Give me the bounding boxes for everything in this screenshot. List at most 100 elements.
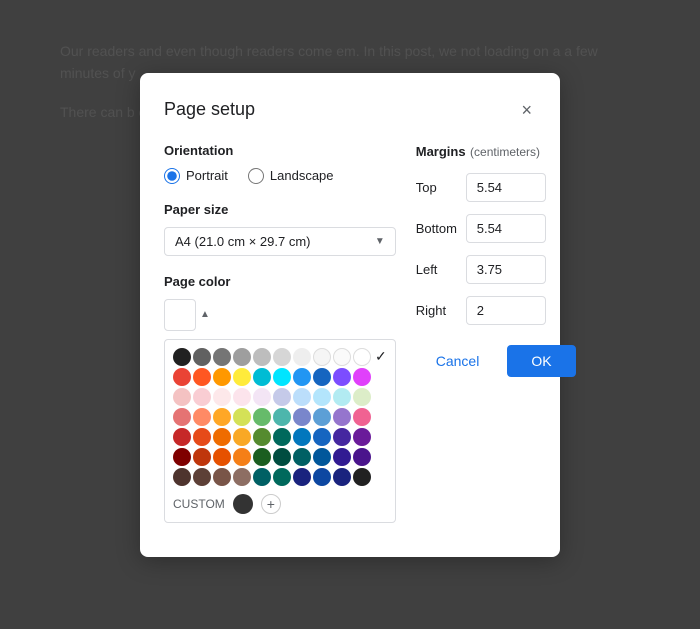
color-dot[interactable] [333,468,351,486]
color-row-3 [173,388,387,406]
cancel-button[interactable]: Cancel [416,345,500,377]
landscape-radio[interactable] [248,168,264,184]
color-dot[interactable] [273,388,291,406]
color-dot[interactable] [173,408,191,426]
color-dot[interactable] [193,448,211,466]
color-dot[interactable] [253,428,271,446]
color-dot[interactable] [273,428,291,446]
color-dot[interactable] [213,348,231,366]
color-dot[interactable] [233,448,251,466]
color-dot[interactable] [353,428,371,446]
color-dot[interactable] [273,348,291,366]
color-dot[interactable] [173,448,191,466]
color-dot[interactable] [193,368,211,386]
paper-size-select[interactable]: A4 (21.0 cm × 29.7 cm) ▼ [164,227,396,256]
color-dot[interactable] [173,468,191,486]
add-custom-color-button[interactable]: + [261,494,281,514]
color-dot[interactable] [233,468,251,486]
color-dot[interactable] [253,468,271,486]
left-margin-input[interactable] [466,255,546,284]
color-dot[interactable] [333,408,351,426]
color-dot[interactable] [233,388,251,406]
custom-label: CUSTOM [173,497,225,511]
color-dot[interactable] [293,388,311,406]
color-dot[interactable] [193,348,211,366]
color-preview-box[interactable] [164,299,196,331]
color-dot[interactable] [213,368,231,386]
portrait-option[interactable]: Portrait [164,168,228,184]
color-dot[interactable] [253,368,271,386]
color-dot[interactable] [313,448,331,466]
custom-color-dot[interactable] [233,494,253,514]
close-button[interactable]: × [517,97,536,123]
color-dot[interactable] [193,388,211,406]
color-dot[interactable] [273,468,291,486]
color-dot[interactable] [353,368,371,386]
top-margin-label: Top [416,180,466,195]
color-dot[interactable] [213,428,231,446]
color-dot[interactable] [253,448,271,466]
color-dot[interactable] [193,468,211,486]
color-dot[interactable] [333,388,351,406]
color-dot[interactable] [353,448,371,466]
paper-size-section: Paper size A4 (21.0 cm × 29.7 cm) ▼ [164,202,396,256]
left-margin-label: Left [416,262,466,277]
right-panel: Margins (centimeters) Top Bottom Left Ri… [416,143,576,533]
ok-button[interactable]: OK [507,345,575,377]
color-dot[interactable] [333,368,351,386]
color-dot[interactable] [253,388,271,406]
color-dot[interactable] [313,428,331,446]
portrait-radio[interactable] [164,168,180,184]
color-dot[interactable] [313,388,331,406]
dialog-body: Orientation Portrait Landscape Paper siz… [164,143,536,533]
left-margin-row: Left [416,255,576,284]
color-dot[interactable] [253,408,271,426]
color-dot[interactable] [293,448,311,466]
color-dot[interactable] [273,448,291,466]
color-dot[interactable] [253,348,271,366]
color-dot[interactable] [213,388,231,406]
color-dot[interactable] [273,368,291,386]
color-dot[interactable] [313,408,331,426]
right-margin-row: Right [416,296,576,325]
color-dot[interactable] [353,408,371,426]
color-dot[interactable] [293,408,311,426]
color-dot[interactable] [173,388,191,406]
color-dot[interactable] [233,348,251,366]
orientation-label: Orientation [164,143,396,158]
color-dot[interactable] [333,448,351,466]
bottom-margin-row: Bottom [416,214,576,243]
color-dot[interactable] [213,448,231,466]
color-dot[interactable] [293,348,311,366]
color-dot[interactable] [313,368,331,386]
dialog-footer: Cancel OK [416,345,576,377]
color-dot[interactable] [233,368,251,386]
color-dot[interactable] [193,428,211,446]
color-dot[interactable] [313,348,331,366]
color-dot[interactable] [173,348,191,366]
color-dot[interactable] [173,368,191,386]
color-dot[interactable] [193,408,211,426]
right-margin-input[interactable] [466,296,546,325]
color-dot-white[interactable] [353,348,371,366]
top-margin-input[interactable] [466,173,546,202]
color-dot[interactable] [233,408,251,426]
color-dot[interactable] [273,408,291,426]
color-dot[interactable] [233,428,251,446]
color-dot[interactable] [173,428,191,446]
color-dot[interactable] [213,468,231,486]
page-color-section: Page color ▲ [164,274,396,523]
color-dot[interactable] [293,428,311,446]
color-palette: ✓ [164,339,396,523]
color-dot[interactable] [313,468,331,486]
color-dot[interactable] [333,348,351,366]
color-dot[interactable] [213,408,231,426]
color-dot[interactable] [293,368,311,386]
color-dot[interactable] [333,428,351,446]
bottom-margin-input[interactable] [466,214,546,243]
color-dot[interactable] [353,388,371,406]
color-dot[interactable] [293,468,311,486]
custom-section: CUSTOM + [173,494,387,514]
landscape-option[interactable]: Landscape [248,168,334,184]
color-dot[interactable] [353,468,371,486]
